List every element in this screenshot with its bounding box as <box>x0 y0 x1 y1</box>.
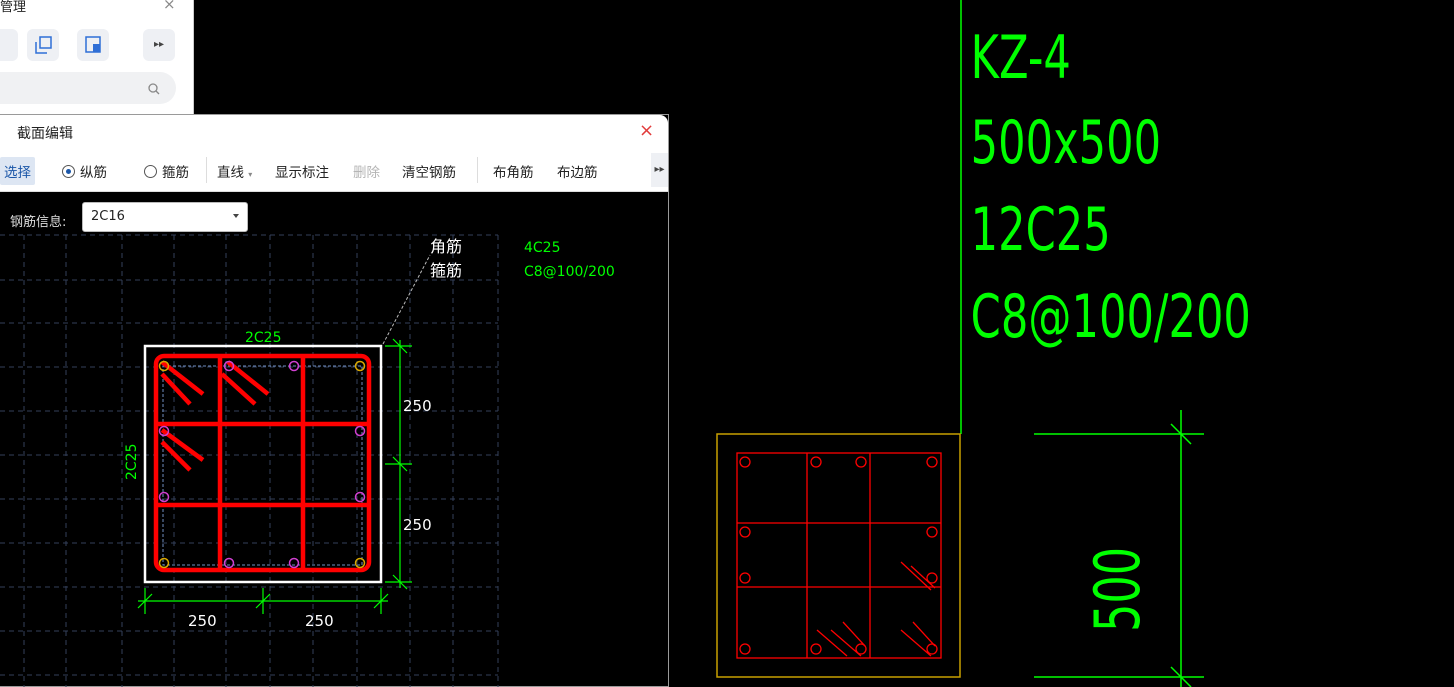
canvas-grid <box>0 234 499 687</box>
cover-line <box>162 365 363 566</box>
corner-rebar-spec: 4C25 <box>524 240 561 256</box>
right-dimension-1: 250 <box>403 397 432 415</box>
top-rebar-label: 2C25 <box>245 330 282 346</box>
section-outline <box>143 344 383 584</box>
right-dimension <box>385 338 412 590</box>
column-annotation: KZ-4 500x500 12C25 C8@100/200 <box>971 23 1251 352</box>
column-size: 500x500 <box>971 108 1161 178</box>
left-rebar-label: 2C25 <box>124 444 140 481</box>
column-dimension-value: 500 <box>1082 547 1154 632</box>
bottom-dimension-2: 250 <box>305 612 334 630</box>
bottom-dimension <box>137 588 389 614</box>
rebar-points <box>158 360 366 569</box>
leader-line <box>382 254 431 345</box>
column-name: KZ-4 <box>971 23 1071 93</box>
corner-rebar-caption: 角筋 <box>430 237 462 256</box>
right-dimension-2: 250 <box>403 516 432 534</box>
stirrup-spec: C8@100/200 <box>524 264 615 280</box>
stirrup-cage <box>153 353 372 573</box>
column-rebar: 12C25 <box>971 195 1111 265</box>
cad-drawing[interactable]: KZ-4 500x500 12C25 C8@100/200 500 <box>669 0 1454 687</box>
bottom-dimension-1: 250 <box>188 612 217 630</box>
section-canvas[interactable]: 角筋 箍筋 4C25 C8@100/200 2C25 2C25 250 250 <box>0 0 669 687</box>
column-outline <box>716 433 961 678</box>
stirrup-caption: 箍筋 <box>430 261 462 280</box>
column-stirrup: C8@100/200 <box>971 282 1251 352</box>
column-rebar-cage <box>736 452 942 659</box>
